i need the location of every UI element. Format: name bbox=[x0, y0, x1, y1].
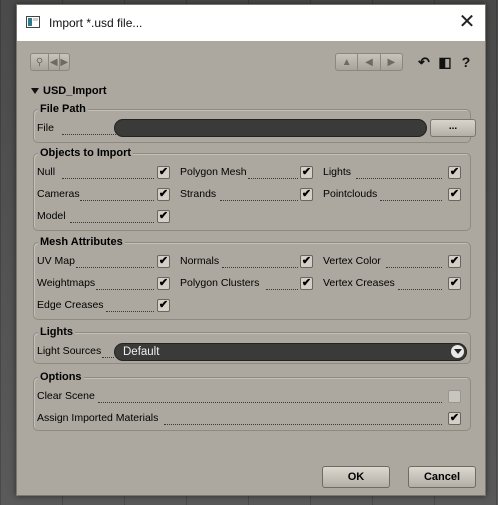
window-title: Import *.usd file... bbox=[49, 16, 143, 30]
dotted-leader bbox=[266, 288, 298, 290]
light-sources-label: Light Sources bbox=[37, 345, 102, 357]
objects-group-title: Objects to Import bbox=[38, 147, 134, 159]
checkbox-weightmaps[interactable]: ✔ bbox=[157, 277, 170, 290]
options-group-title: Options bbox=[38, 371, 84, 383]
file-path-input[interactable] bbox=[114, 119, 427, 137]
checkbox-label-strands: Strands bbox=[180, 188, 217, 200]
checkbox-label-vertex-creases: Vertex Creases bbox=[323, 277, 395, 289]
checkbox-pointclouds[interactable]: ✔ bbox=[448, 188, 461, 201]
checkbox-null[interactable]: ✔ bbox=[157, 166, 170, 179]
dotted-leader bbox=[98, 401, 442, 403]
dotted-leader bbox=[106, 310, 154, 312]
lights-group: Lights Light Sources Default bbox=[33, 326, 471, 364]
file-label: File bbox=[37, 122, 54, 134]
checkbox-polygon-mesh[interactable]: ✔ bbox=[300, 166, 313, 179]
checkbox-model[interactable]: ✔ bbox=[157, 210, 170, 223]
help-icon[interactable]: ? bbox=[457, 53, 475, 71]
section-title: USD_Import bbox=[43, 85, 107, 97]
checkbox-uv-map[interactable]: ✔ bbox=[157, 255, 170, 268]
checkbox-vertex-creases[interactable]: ✔ bbox=[448, 277, 461, 290]
checkbox-label-clear-scene: Clear Scene bbox=[37, 390, 95, 402]
checkbox-label-null: Null bbox=[37, 166, 56, 178]
light-sources-value: Default bbox=[123, 346, 160, 358]
dotted-leader bbox=[62, 133, 122, 135]
checkbox-polygon-clusters[interactable]: ✔ bbox=[300, 277, 313, 290]
close-icon[interactable]: ✕ bbox=[455, 11, 479, 35]
checkbox-label-assign-imported-materials: Assign Imported Materials bbox=[37, 412, 159, 424]
dotted-leader bbox=[220, 199, 298, 201]
arrow-right-icon[interactable]: ▶ bbox=[381, 54, 402, 70]
checkbox-strands[interactable]: ✔ bbox=[300, 188, 313, 201]
checkbox-label-weightmaps: Weightmaps bbox=[37, 277, 96, 289]
checkbox-clear-scene[interactable] bbox=[448, 390, 461, 403]
dotted-leader bbox=[222, 266, 298, 268]
dotted-leader bbox=[380, 199, 442, 201]
lights-group-title: Lights bbox=[38, 326, 75, 338]
checkbox-edge-creases[interactable]: ✔ bbox=[157, 299, 170, 312]
checkbox-label-polygon-clusters: Polygon Clusters bbox=[180, 277, 260, 289]
dotted-leader bbox=[96, 288, 154, 290]
dotted-leader bbox=[356, 177, 442, 179]
checkbox-label-lights: Lights bbox=[323, 166, 352, 178]
checkbox-label-edge-creases: Edge Creases bbox=[37, 299, 104, 311]
dotted-leader bbox=[70, 221, 154, 223]
checkbox-label-pointclouds: Pointclouds bbox=[323, 188, 378, 200]
file-path-group: File Path File ... bbox=[33, 103, 476, 143]
checkbox-assign-imported-materials[interactable]: ✔ bbox=[448, 412, 461, 425]
arrow-left-icon[interactable]: ◀ bbox=[49, 54, 60, 70]
checkbox-label-uv-map: UV Map bbox=[37, 255, 75, 267]
title-bar[interactable]: Import *.usd file... ✕ bbox=[17, 5, 485, 41]
file-path-group-title: File Path bbox=[38, 103, 88, 115]
ok-button[interactable]: OK bbox=[322, 466, 390, 488]
checkbox-normals[interactable]: ✔ bbox=[300, 255, 313, 268]
dotted-leader bbox=[386, 266, 442, 268]
undo-icon[interactable]: ↶ bbox=[415, 53, 433, 71]
search-nav-group: ⚲ ◀ ▶ bbox=[30, 53, 70, 71]
options-group: Options Clear Scene Assign Imported Mate… bbox=[33, 371, 471, 431]
app-window-icon bbox=[26, 16, 40, 28]
checkbox-vertex-color[interactable]: ✔ bbox=[448, 255, 461, 268]
arrow-up-icon[interactable]: ▲ bbox=[336, 54, 359, 70]
dotted-leader bbox=[248, 177, 298, 179]
dotted-leader bbox=[80, 199, 154, 201]
mesh-group-title: Mesh Attributes bbox=[38, 236, 125, 248]
arrow-left-right-icon[interactable]: ◀ bbox=[358, 54, 381, 70]
import-dialog: Import *.usd file... ✕ ⚲ ◀ ▶ ▲ ◀ ▶ ↶ ◧ ?… bbox=[16, 4, 486, 496]
checkbox-label-model: Model bbox=[37, 210, 66, 222]
arrow-right-icon[interactable]: ▶ bbox=[60, 54, 69, 70]
collapse-triangle-icon[interactable] bbox=[31, 88, 39, 94]
checkbox-label-normals: Normals bbox=[180, 255, 220, 267]
magnifier-icon[interactable]: ⚲ bbox=[31, 54, 50, 70]
checkbox-cameras[interactable]: ✔ bbox=[157, 188, 170, 201]
checkbox-lights[interactable]: ✔ bbox=[448, 166, 461, 179]
chevron-down-icon[interactable] bbox=[451, 345, 464, 358]
browse-button[interactable]: ... bbox=[430, 119, 476, 137]
layout-nav-group: ▲ ◀ ▶ bbox=[335, 53, 403, 71]
cancel-button[interactable]: Cancel bbox=[408, 466, 476, 488]
objects-to-import-group: Objects to Import Null ✔ Polygon Mesh ✔ … bbox=[33, 147, 471, 231]
light-sources-dropdown[interactable]: Default bbox=[114, 343, 467, 361]
section-header-usd-import[interactable]: USD_Import bbox=[31, 85, 107, 97]
checkbox-label-polygon-mesh: Polygon Mesh bbox=[180, 166, 247, 178]
dotted-leader bbox=[164, 423, 442, 425]
dotted-leader bbox=[76, 266, 154, 268]
dotted-leader bbox=[62, 177, 154, 179]
mesh-attributes-group: Mesh Attributes UV Map ✔ Normals ✔ Verte… bbox=[33, 236, 471, 320]
dotted-leader bbox=[398, 288, 442, 290]
checkbox-label-vertex-color: Vertex Color bbox=[323, 255, 381, 267]
save-preset-icon[interactable]: ◧ bbox=[436, 53, 454, 71]
checkbox-label-cameras: Cameras bbox=[37, 188, 80, 200]
dotted-leader bbox=[102, 356, 114, 358]
